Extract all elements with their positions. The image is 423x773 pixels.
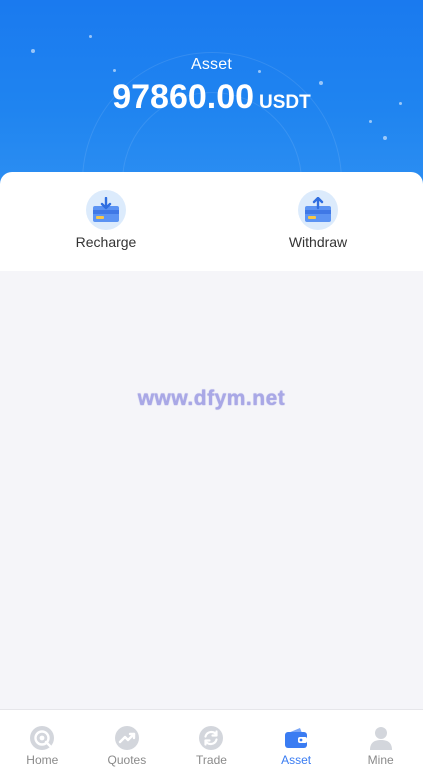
- user-icon: [368, 725, 394, 751]
- decorative-dot: [89, 35, 92, 38]
- tab-mine[interactable]: Mine: [338, 710, 423, 773]
- withdraw-label: Withdraw: [288, 234, 348, 250]
- withdraw-icon: [298, 190, 338, 230]
- recharge-icon: [86, 190, 126, 230]
- bottom-tab-bar: Home Quotes Trade Asset Mine: [0, 709, 423, 773]
- tab-trade-label: Trade: [196, 753, 227, 767]
- recharge-label: Recharge: [75, 234, 137, 250]
- tab-mine-label: Mine: [367, 753, 394, 767]
- quotes-icon: [114, 725, 140, 751]
- balance-unit: USDT: [259, 92, 311, 113]
- decorative-dot: [31, 49, 35, 53]
- tab-asset-label: Asset: [281, 753, 312, 767]
- wallet-icon: [283, 725, 309, 751]
- tab-quotes[interactable]: Quotes: [85, 710, 170, 773]
- decorative-dot: [383, 136, 387, 140]
- tab-home[interactable]: Home: [0, 710, 85, 773]
- withdraw-button[interactable]: Withdraw: [248, 190, 388, 250]
- tab-home-label: Home: [26, 753, 59, 767]
- decorative-dot: [369, 120, 372, 123]
- asset-title: Asset: [190, 56, 232, 73]
- watermark-text: www.dfym.net: [137, 387, 286, 410]
- asset-actions-card: Recharge Withdraw: [0, 172, 423, 271]
- asset-header: Asset 97860.00 USDT: [0, 0, 423, 195]
- recharge-button[interactable]: Recharge: [36, 190, 176, 250]
- asset-balance: 97860.00 USDT: [0, 78, 423, 117]
- home-icon: [29, 725, 55, 751]
- balance-amount: 97860.00: [112, 78, 255, 116]
- tab-asset[interactable]: Asset: [254, 710, 339, 773]
- tab-trade[interactable]: Trade: [169, 710, 254, 773]
- asset-content-area: www.dfym.net: [0, 271, 423, 709]
- trade-icon: [198, 725, 224, 751]
- tab-quotes-label: Quotes: [107, 753, 147, 767]
